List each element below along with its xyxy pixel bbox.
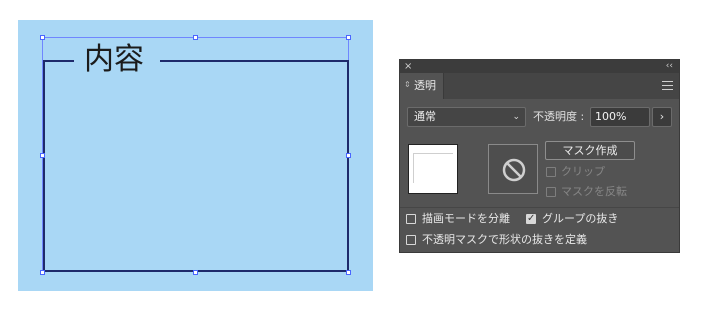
opacity-value: 100% — [595, 110, 627, 123]
no-mask-icon — [502, 158, 526, 182]
thumbnail-line-vertical — [413, 153, 414, 183]
blend-mode-value: 通常 — [414, 110, 436, 123]
tab-arrows-icon: ⇕ — [404, 80, 411, 89]
transparency-panel: × ‹‹ ⇕ 透明 通常 ⌄ 不透明度 : 100% › マスク作成 クリップ … — [399, 59, 680, 253]
handle-bottom-center[interactable] — [193, 270, 198, 275]
chevron-down-icon: ⌄ — [512, 112, 520, 122]
opacity-input[interactable]: 100% — [590, 107, 650, 127]
frame-right-edge — [347, 60, 349, 272]
panel-title-bar[interactable]: × ‹‹ — [400, 60, 679, 73]
isolate-blending-label: 描画モードを分離 — [422, 212, 510, 225]
panel-divider — [400, 207, 679, 208]
object-thumbnail[interactable] — [408, 144, 458, 194]
panel-menu-icon[interactable] — [662, 81, 673, 90]
opacity-mask-knockout-checkbox[interactable] — [406, 235, 416, 245]
make-mask-button[interactable]: マスク作成 — [545, 141, 635, 160]
blend-mode-dropdown[interactable]: 通常 ⌄ — [407, 107, 526, 127]
opacity-label: 不透明度 : — [533, 110, 585, 123]
clip-label: クリップ — [561, 165, 605, 178]
opacity-mask-knockout-label: 不透明マスクで形状の抜きを定義 — [422, 233, 587, 246]
handle-top-right[interactable] — [346, 35, 351, 40]
close-icon[interactable]: × — [404, 60, 412, 73]
handle-middle-left[interactable] — [40, 153, 45, 158]
frame-top-edge-right — [160, 60, 349, 62]
clip-checkbox[interactable] — [546, 167, 556, 177]
tab-label: 透明 — [414, 79, 436, 92]
handle-middle-right[interactable] — [346, 153, 351, 158]
frame-left-edge — [43, 60, 45, 272]
isolate-blending-checkbox[interactable] — [406, 214, 416, 224]
invert-mask-label: マスクを反転 — [561, 185, 627, 198]
tab-transparency[interactable]: ⇕ 透明 — [400, 73, 444, 99]
frame-title-text[interactable]: 内容 — [84, 41, 144, 79]
handle-top-center[interactable] — [193, 35, 198, 40]
panel-tab-bar: ⇕ 透明 — [400, 73, 679, 99]
mask-thumbnail[interactable] — [488, 144, 538, 194]
handle-top-left[interactable] — [40, 35, 45, 40]
knockout-group-checkbox[interactable] — [526, 212, 536, 226]
thumbnail-line — [413, 153, 453, 154]
opacity-slider-button[interactable]: › — [652, 107, 672, 127]
invert-mask-checkbox[interactable] — [546, 187, 556, 197]
collapse-icon[interactable]: ‹‹ — [666, 60, 673, 73]
handle-bottom-right[interactable] — [346, 270, 351, 275]
knockout-group-label: グループの抜き — [542, 212, 619, 225]
handle-bottom-left[interactable] — [40, 270, 45, 275]
frame-top-edge-left — [43, 60, 74, 62]
